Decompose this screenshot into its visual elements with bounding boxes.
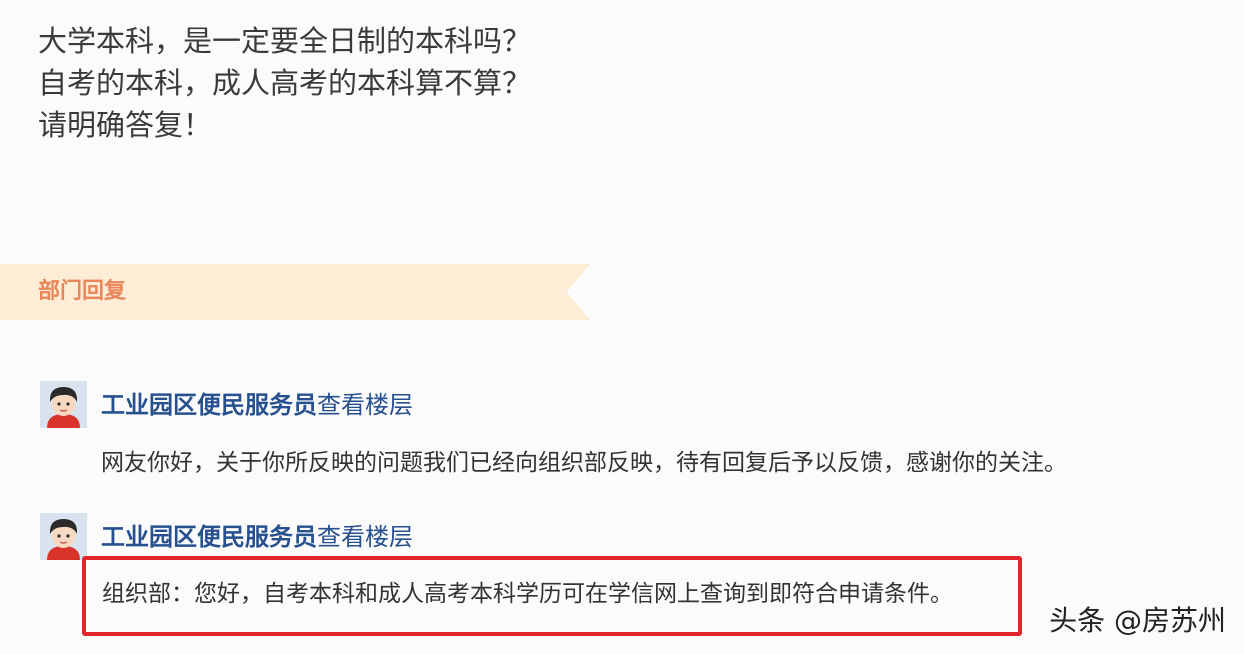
view-floor-link[interactable]: 查看楼层 (317, 523, 413, 551)
highlight-box: 组织部：您好，自考本科和成人高考本科学历可在学信网上查询到即符合申请条件。 (82, 556, 1022, 636)
reply-text: 组织部：您好，自考本科和成人高考本科学历可在学信网上查询到即符合申请条件。 (102, 581, 953, 607)
author-link[interactable]: 工业园区便民服务员 (101, 391, 317, 419)
watermark: 头条 @房苏州 (1049, 604, 1226, 637)
view-floor-link[interactable]: 查看楼层 (317, 391, 413, 419)
avatar[interactable] (40, 513, 87, 560)
department-reply-title: 部门回复 (38, 279, 127, 304)
reply-text: 网友你好，关于你所反映的问题我们已经向组织部反映，待有回复后予以反馈，感谢你的关… (101, 450, 1067, 476)
avatar[interactable] (40, 381, 87, 428)
department-reply-banner: 部门回复 (0, 264, 590, 320)
author-link[interactable]: 工业园区便民服务员 (101, 523, 317, 551)
avatar-icon (40, 381, 87, 428)
question-line-2: 自考的本科，成人高考的本科算不算？ (38, 66, 532, 100)
question-line-3: 请明确答复！ (38, 108, 213, 142)
reply-header: 工业园区便民服务员查看楼层 (101, 521, 413, 553)
question-line-1: 大学本科，是一定要全日制的本科吗？ (38, 24, 532, 58)
reply-header: 工业园区便民服务员查看楼层 (101, 389, 413, 421)
question-text: 大学本科，是一定要全日制的本科吗？ 自考的本科，成人高考的本科算不算？ 请明确答… (38, 20, 531, 146)
avatar-icon (40, 513, 87, 560)
